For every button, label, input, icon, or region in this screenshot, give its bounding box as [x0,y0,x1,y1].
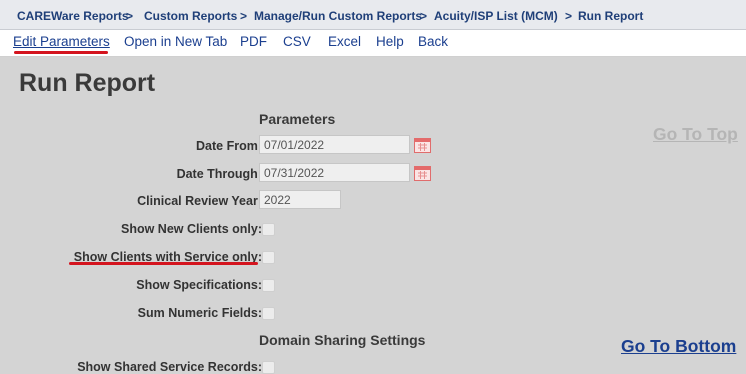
breadcrumb-run-report: Run Report [578,9,644,23]
breadcrumb-custom-reports[interactable]: Custom Reports [144,9,237,23]
pdf-link[interactable]: PDF [240,34,267,49]
parameters-heading: Parameters [259,111,336,127]
calendar-icon[interactable] [414,137,431,153]
breadcrumb-acuity-isp-list[interactable]: Acuity/ISP List (MCM) [434,9,558,23]
clinical-review-year-input[interactable] [259,190,341,209]
show-clients-with-service-only-checkbox[interactable] [262,251,275,264]
breadcrumb-careware-reports[interactable]: CAREWare Reports [17,9,129,23]
breadcrumb-separator: > [565,9,573,23]
help-link[interactable]: Help [376,34,404,49]
report-toolbar: Edit Parameters Open in New Tab PDF CSV … [0,30,746,57]
sum-numeric-fields-label: Sum Numeric Fields: [137,306,262,320]
domain-sharing-heading: Domain Sharing Settings [259,332,426,348]
show-new-clients-only-label: Show New Clients only: [121,222,262,236]
date-from-input[interactable] [259,135,410,154]
show-specifications-checkbox[interactable] [262,279,275,292]
show-shared-service-records-label: Show Shared Service Records: [77,360,262,374]
breadcrumb-separator: > [126,9,134,23]
show-specifications-label: Show Specifications: [136,278,262,292]
show-shared-service-records-checkbox[interactable] [262,361,275,374]
edit-parameters-link[interactable]: Edit Parameters [13,34,110,49]
show-new-clients-only-checkbox[interactable] [262,223,275,236]
date-through-input[interactable] [259,163,410,182]
csv-link[interactable]: CSV [283,34,311,49]
go-to-bottom-link[interactable]: Go To Bottom [621,336,736,357]
calendar-icon[interactable] [414,165,431,181]
open-in-new-tab-link[interactable]: Open in New Tab [124,34,227,49]
back-link[interactable]: Back [418,34,448,49]
go-to-top-link[interactable]: Go To Top [653,124,738,145]
annotation-underline-edit-parameters [14,51,108,54]
annotation-underline-show-clients-with-service [69,262,258,265]
breadcrumb-separator: > [240,9,248,23]
page-title: Run Report [19,69,156,97]
clinical-review-year-label: Clinical Review Year: [137,194,262,208]
excel-link[interactable]: Excel [328,34,361,49]
breadcrumb-manage-run-custom-reports[interactable]: Manage/Run Custom Reports [254,9,422,23]
sum-numeric-fields-checkbox[interactable] [262,307,275,320]
breadcrumb: CAREWare Reports > Custom Reports > Mana… [0,0,746,30]
breadcrumb-separator: > [420,9,428,23]
date-through-label: Date Through: [176,167,262,181]
date-from-label: Date From: [196,139,262,153]
